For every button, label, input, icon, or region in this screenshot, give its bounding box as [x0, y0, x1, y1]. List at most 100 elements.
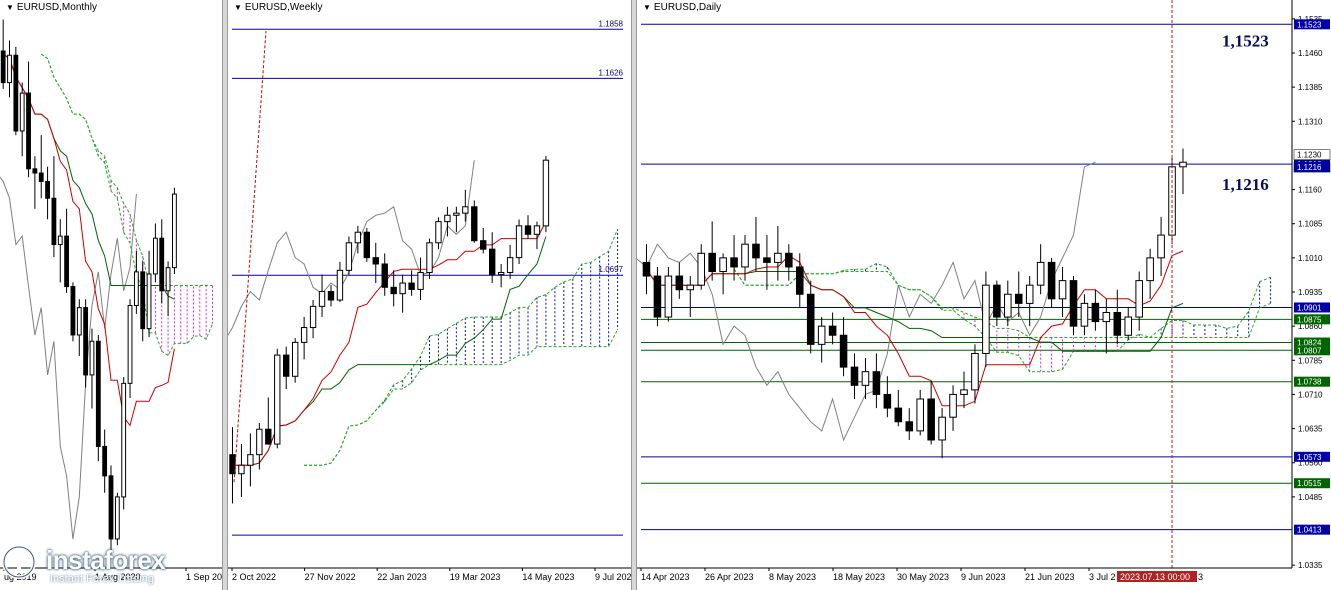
weekly-panel[interactable]: 1.1858 1.1626 1.0697 2 Oct 2022 27 Nov 2022 2… — [228, 0, 631, 590]
candle-body — [938, 416, 946, 441]
candle-body — [730, 257, 738, 268]
x-tick-label: 27 Nov 2022 — [305, 572, 356, 582]
price-tag-label: 1.1216 — [1297, 163, 1322, 172]
candle-body — [916, 398, 924, 432]
candle-body — [247, 454, 254, 466]
candle-body — [95, 340, 101, 447]
candle-body — [719, 257, 727, 273]
candle-body — [444, 214, 451, 223]
candle-body — [905, 421, 914, 432]
candle-body — [861, 371, 870, 386]
candle-body — [642, 261, 651, 277]
monthly-panel[interactable]: ug 20191 Aug 20201 Sep 2022 ▼EURUSD,Mont… — [0, 0, 222, 590]
daily-title-text: EURUSD,Daily — [653, 2, 722, 13]
candle-body — [480, 240, 487, 250]
monthly-chart[interactable]: ug 20191 Aug 20201 Sep 2022 — [0, 0, 222, 590]
daily-panel[interactable]: 1.15351.14601.13851.13101.11601.10851.10… — [637, 0, 1331, 590]
candle-body — [336, 269, 344, 301]
candle-body — [70, 286, 76, 336]
weekly-level-label: 1.1626 — [599, 68, 624, 77]
x-tick-label: 14 Apr 2023 — [641, 572, 690, 582]
x-tick-label: 1 Sep 2022 — [186, 572, 222, 582]
candle-body — [686, 284, 695, 291]
candle-body — [763, 257, 771, 263]
candle-body — [13, 54, 19, 132]
candle-body — [1091, 302, 1100, 323]
x-tick-label: 30 May 2023 — [897, 572, 949, 582]
x-tick-label: 3 Jul 2 — [1089, 572, 1116, 582]
candle-body — [108, 475, 114, 540]
candle-body — [57, 235, 63, 246]
candle-body — [32, 168, 38, 174]
x-tick-label: 18 May 2023 — [833, 572, 885, 582]
candle-body — [927, 398, 935, 441]
candle-body — [265, 428, 272, 445]
candle-body — [89, 340, 95, 376]
candle-body — [471, 206, 478, 242]
y-tick-label: 1.0635 — [1298, 425, 1323, 434]
y-tick-label: 1.0710 — [1298, 390, 1323, 399]
level-annotation: 1,1523 — [1222, 31, 1269, 50]
candle-body — [785, 252, 793, 268]
daily-level-tag-label: 1.0573 — [1297, 453, 1322, 462]
candle-body — [1113, 311, 1122, 336]
daily-level-tag-label: 1.0901 — [1297, 303, 1322, 312]
candle-body — [533, 225, 541, 235]
current-time-label: 2023.07.13 00:00 — [1120, 572, 1190, 582]
candle-body — [839, 334, 848, 368]
x-tick-label: 9 Jun 2023 — [961, 572, 1006, 582]
logo-tagline: Instant Forex Trading — [50, 573, 154, 585]
weekly-level-label: 1.1858 — [599, 19, 624, 28]
y-tick-label: 1.1085 — [1298, 220, 1323, 229]
candle-body — [1102, 311, 1111, 323]
candle-body — [102, 445, 108, 477]
candle-body — [390, 286, 397, 295]
daily-level-tag-label: 1.0875 — [1297, 315, 1322, 324]
candle-body — [318, 291, 326, 307]
daily-level-tag-label: 1.1523 — [1297, 20, 1322, 29]
candle-body — [1036, 261, 1045, 286]
candle-body — [1124, 316, 1133, 336]
candle-body — [291, 341, 299, 377]
dropdown-icon[interactable]: ▼ — [234, 3, 242, 12]
candle-body — [76, 307, 82, 336]
dropdown-icon[interactable]: ▼ — [6, 3, 14, 12]
candle-body — [127, 305, 133, 384]
candle-body — [453, 212, 460, 216]
y-tick-label: 1.1160 — [1298, 186, 1322, 195]
weekly-title-text: EURUSD,Weekly — [244, 2, 323, 13]
candle-body — [309, 305, 317, 329]
candle-body — [1135, 280, 1143, 318]
candle-body — [7, 54, 12, 84]
candle-body — [51, 197, 57, 246]
daily-chart[interactable]: 1.15351.14601.13851.13101.11601.10851.10… — [637, 0, 1331, 590]
candle-body — [1014, 293, 1023, 304]
y-tick-label: 1.0485 — [1298, 493, 1323, 502]
daily-level-tag-label: 1.0413 — [1297, 526, 1322, 535]
candle-body — [26, 92, 31, 170]
candle-body — [140, 271, 146, 330]
y-tick-label: 1.0785 — [1298, 356, 1323, 365]
x-tick-label: 26 Apr 2023 — [705, 572, 754, 582]
candle-body — [399, 282, 406, 295]
daily-level-tag-label: 1.0738 — [1297, 378, 1322, 387]
dropdown-icon[interactable]: ▼ — [643, 3, 651, 12]
candle-body — [806, 293, 815, 345]
monthly-title-text: EURUSD,Monthly — [16, 2, 97, 13]
daily-level-tag-label: 1.0515 — [1297, 479, 1322, 488]
weekly-chart[interactable]: 1.1858 1.1626 1.0697 2 Oct 2022 27 Nov 2022 2… — [228, 0, 631, 590]
y-tick-label: 1.0935 — [1298, 288, 1323, 297]
candle-body — [883, 393, 892, 409]
y-tick-label: 1.1310 — [1298, 117, 1323, 126]
weekly-trend-line — [233, 30, 267, 483]
candle-body — [1069, 280, 1078, 327]
candle-body — [381, 263, 388, 288]
candle-body — [238, 464, 245, 475]
candle-body — [1146, 257, 1154, 282]
candle-body — [675, 275, 684, 291]
weekly-level-label: 1.0697 — [599, 265, 624, 274]
y-tick-label: 1.0335 — [1298, 561, 1323, 570]
candle-body — [1058, 280, 1067, 300]
candle-body — [515, 225, 523, 259]
daily-title: ▼ EURUSD,Daily — [641, 2, 724, 14]
